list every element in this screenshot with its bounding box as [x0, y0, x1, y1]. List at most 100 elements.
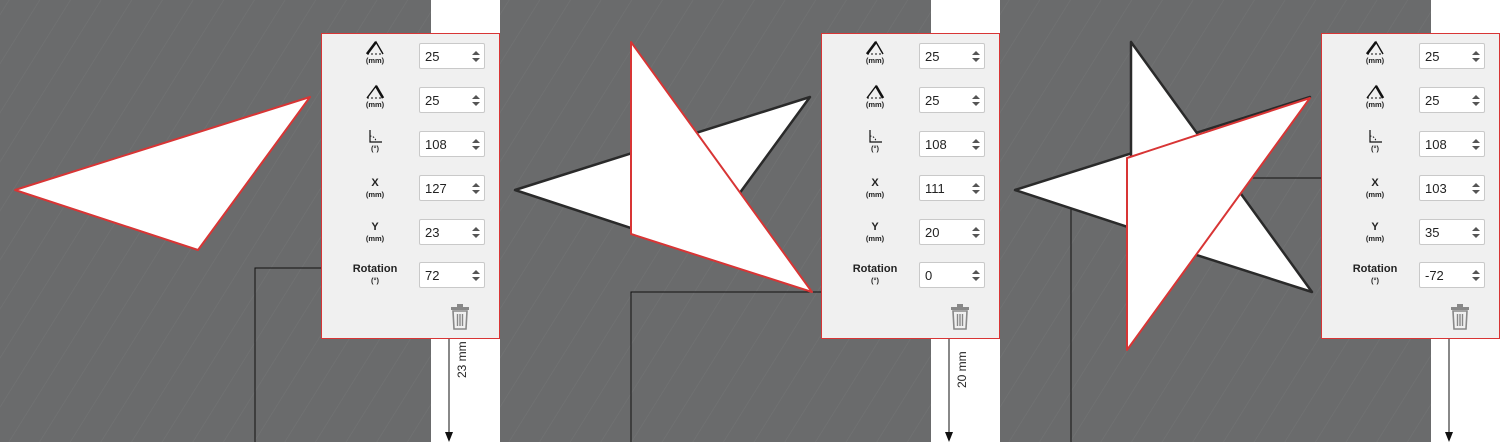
- angle-value: 108: [425, 137, 447, 152]
- triangle-side-length-icon: [1366, 84, 1385, 99]
- side-length-1-row: (mm) 25: [322, 40, 500, 84]
- y-unit: (mm): [365, 234, 385, 243]
- x-value: 127: [425, 181, 447, 196]
- x-unit: (mm): [365, 190, 385, 199]
- side-length-1-unit: (mm): [1365, 56, 1385, 65]
- x-value: 103: [1425, 181, 1447, 196]
- spinner-arrows-icon[interactable]: [1472, 95, 1480, 106]
- side-length-1-value: 25: [425, 49, 440, 64]
- x-position-input[interactable]: 111: [919, 175, 985, 201]
- rotation-input[interactable]: -72: [1419, 262, 1485, 288]
- angle-unit: (°): [1371, 144, 1379, 153]
- x-position-input[interactable]: 127: [419, 175, 485, 201]
- spinner-arrows-icon[interactable]: [472, 51, 480, 62]
- side-length-2-value: 25: [1425, 93, 1440, 108]
- angle-unit: (°): [371, 144, 379, 153]
- rotation-input[interactable]: 0: [919, 262, 985, 288]
- dimension-label: 20 mm: [955, 351, 969, 388]
- spinner-arrows-icon[interactable]: [472, 139, 480, 150]
- rotation-row: Rotation (°) -72: [1322, 260, 1500, 304]
- triangle-side-length-icon: [365, 40, 384, 55]
- angle-row: (°) 108: [1322, 128, 1500, 172]
- side-length-1-input[interactable]: 25: [1419, 43, 1485, 69]
- shape-properties-panel: (mm) 25 (mm) 25: [321, 33, 500, 339]
- spinner-arrows-icon[interactable]: [1472, 51, 1480, 62]
- trash-icon[interactable]: [1450, 304, 1470, 330]
- rotation-row: Rotation (°) 72: [322, 260, 500, 304]
- spinner-arrows-icon[interactable]: [972, 51, 980, 62]
- screenshot-sequence: 23 mm (mm) 25 (mm) 25 (°) 108 X (mm) 127…: [0, 0, 1500, 442]
- y-position-input[interactable]: 23: [419, 219, 485, 245]
- trash-icon[interactable]: [450, 304, 470, 330]
- side-length-1-input[interactable]: 25: [919, 43, 985, 69]
- angle-input[interactable]: 108: [1419, 131, 1485, 157]
- side-length-2-row: (mm) 25: [822, 84, 1000, 128]
- spinner-arrows-icon[interactable]: [472, 95, 480, 106]
- rotation-unit: (°): [1371, 276, 1379, 285]
- x-position-row: X (mm) 111: [822, 172, 1000, 216]
- side-length-1-value: 25: [1425, 49, 1440, 64]
- triangle-side-length-icon: [1365, 40, 1384, 55]
- angle-value: 108: [1425, 137, 1447, 152]
- shape-properties-panel: (mm) 25 (mm) 25: [1321, 33, 1500, 339]
- dimension-label: 23 mm: [455, 341, 469, 378]
- y-label: Y: [1371, 221, 1379, 233]
- angle-icon: [869, 130, 882, 143]
- spinner-arrows-icon[interactable]: [1472, 139, 1480, 150]
- editor-frame-3: (mm) 25 (mm) 25 (°) 108 X (mm) 103 Y (mm…: [1000, 0, 1500, 442]
- angle-input[interactable]: 108: [419, 131, 485, 157]
- selected-triangle-shape[interactable]: [14, 96, 311, 251]
- triangle-side-length-icon: [865, 40, 884, 55]
- spinner-arrows-icon[interactable]: [1472, 270, 1480, 281]
- triangle-side-length-icon: [866, 84, 885, 99]
- dimension-arrowhead: [945, 432, 953, 442]
- trash-icon[interactable]: [950, 304, 970, 330]
- angle-unit: (°): [871, 144, 879, 153]
- rotation-label: Rotation: [352, 263, 398, 275]
- side-length-2-unit: (mm): [365, 100, 385, 109]
- spinner-arrows-icon[interactable]: [472, 227, 480, 238]
- triangle-side-length-icon: [366, 84, 385, 99]
- y-position-input[interactable]: 35: [1419, 219, 1485, 245]
- side-length-2-value: 25: [925, 93, 940, 108]
- angle-icon: [1369, 130, 1382, 143]
- side-length-2-unit: (mm): [1365, 100, 1385, 109]
- y-position-row: Y (mm) 23: [322, 216, 500, 260]
- y-position-input[interactable]: 20: [919, 219, 985, 245]
- spinner-arrows-icon[interactable]: [972, 227, 980, 238]
- dimension-arrowhead: [1445, 432, 1453, 442]
- spinner-arrows-icon[interactable]: [472, 270, 480, 281]
- side-length-1-input[interactable]: 25: [419, 43, 485, 69]
- side-length-2-row: (mm) 25: [322, 84, 500, 128]
- side-length-2-input[interactable]: 25: [919, 87, 985, 113]
- x-position-row: X (mm) 103: [1322, 172, 1500, 216]
- spinner-arrows-icon[interactable]: [972, 270, 980, 281]
- editor-frame-2: 20 mm (mm) 25 (mm) 25 (°) 108 X (mm) 111…: [500, 0, 1000, 442]
- side-length-2-input[interactable]: 25: [419, 87, 485, 113]
- y-value: 35: [1425, 225, 1440, 240]
- spinner-arrows-icon[interactable]: [1472, 183, 1480, 194]
- angle-icon: [369, 130, 382, 143]
- x-value: 111: [925, 181, 945, 196]
- side-length-2-value: 25: [425, 93, 440, 108]
- side-length-1-unit: (mm): [365, 56, 385, 65]
- dimension-arrowhead: [445, 432, 453, 442]
- side-length-1-unit: (mm): [865, 56, 885, 65]
- selected-triangle-shape[interactable]: [630, 41, 813, 293]
- x-position-input[interactable]: 103: [1419, 175, 1485, 201]
- x-position-row: X (mm) 127: [322, 172, 500, 216]
- angle-input[interactable]: 108: [919, 131, 985, 157]
- rotation-row: Rotation (°) 0: [822, 260, 1000, 304]
- spinner-arrows-icon[interactable]: [972, 183, 980, 194]
- spinner-arrows-icon[interactable]: [972, 139, 980, 150]
- rotation-input[interactable]: 72: [419, 262, 485, 288]
- side-length-1-row: (mm) 25: [1322, 40, 1500, 84]
- side-length-1-value: 25: [925, 49, 940, 64]
- spinner-arrows-icon[interactable]: [472, 183, 480, 194]
- rotation-value: 0: [925, 268, 933, 283]
- y-position-row: Y (mm) 20: [822, 216, 1000, 260]
- side-length-2-unit: (mm): [865, 100, 885, 109]
- spinner-arrows-icon[interactable]: [972, 95, 980, 106]
- side-length-2-input[interactable]: 25: [1419, 87, 1485, 113]
- spinner-arrows-icon[interactable]: [1472, 227, 1480, 238]
